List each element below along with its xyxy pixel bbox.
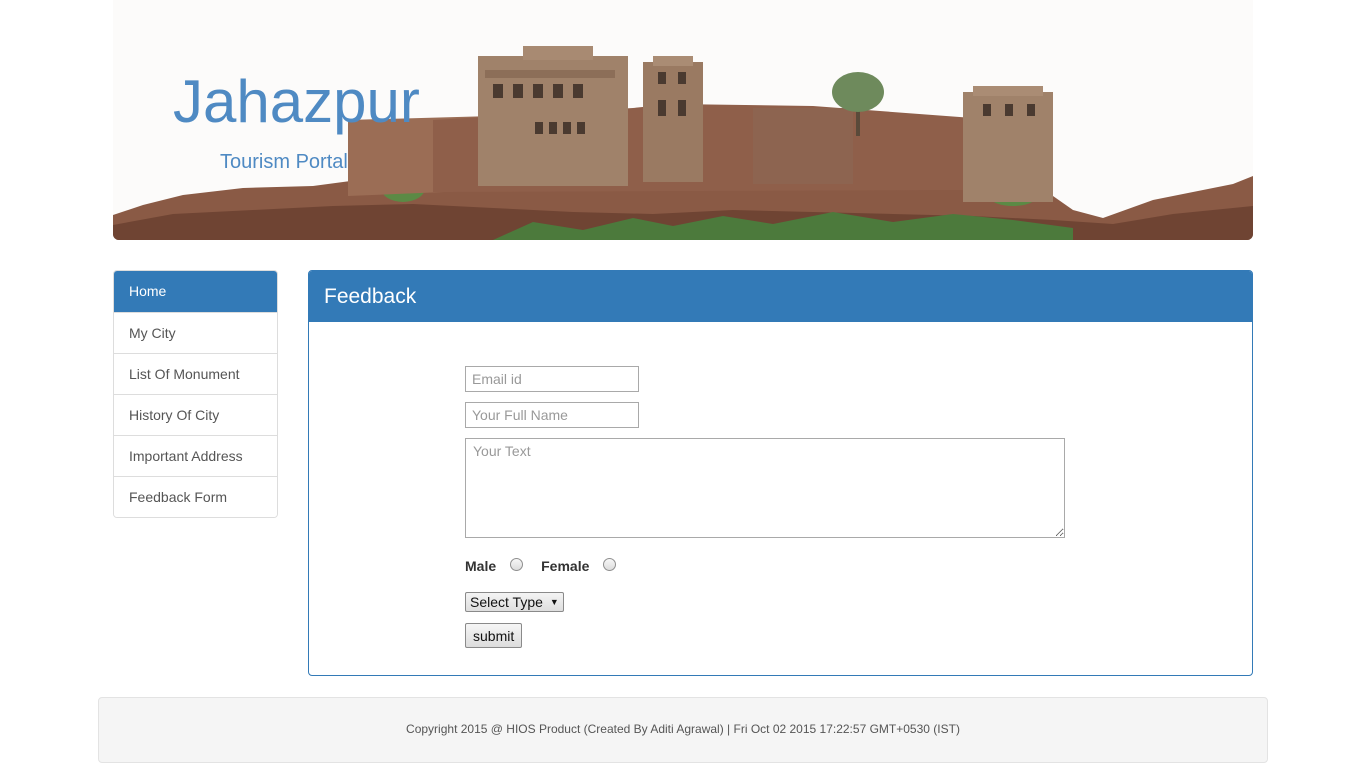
sidebar-item-feedback-form[interactable]: Feedback Form	[114, 476, 277, 517]
header-banner: Jahazpur Tourism Portal	[113, 0, 1253, 240]
feedback-form: Male Female Select Type ▼ submit	[465, 366, 1065, 648]
sidebar-item-my-city[interactable]: My City	[114, 312, 277, 353]
sidebar-item-important-address[interactable]: Important Address	[114, 435, 277, 476]
site-title: Jahazpur	[173, 68, 420, 135]
panel-heading: Feedback	[309, 271, 1252, 322]
full-name-field[interactable]	[465, 402, 639, 428]
sidebar-nav: Home My City List Of Monument History Of…	[113, 270, 278, 518]
feedback-panel: Feedback Male Female Select Type ▼ submi…	[308, 270, 1253, 676]
feedback-text-area[interactable]	[465, 438, 1065, 538]
type-select-value: Select Type	[470, 594, 543, 610]
gender-group: Male Female	[465, 556, 1065, 576]
footer: Copyright 2015 @ HIOS Product (Created B…	[98, 697, 1268, 763]
email-field[interactable]	[465, 366, 639, 392]
type-select[interactable]: Select Type ▼	[465, 592, 564, 612]
sidebar-item-history-of-city[interactable]: History Of City	[114, 394, 277, 435]
chevron-down-icon: ▼	[549, 597, 559, 607]
sidebar-item-list-of-monument[interactable]: List Of Monument	[114, 353, 277, 394]
gender-female-radio[interactable]	[603, 557, 617, 571]
footer-copyright: Copyright 2015 @ HIOS Product (Created B…	[406, 722, 960, 736]
site-subtitle: Tourism Portal	[220, 151, 348, 173]
gender-male-radio[interactable]	[510, 557, 524, 571]
gender-female-label: Female	[541, 558, 590, 574]
submit-button[interactable]: submit	[465, 623, 523, 648]
gender-male-label: Male	[465, 558, 497, 574]
sidebar-item-home[interactable]: Home	[114, 271, 277, 312]
